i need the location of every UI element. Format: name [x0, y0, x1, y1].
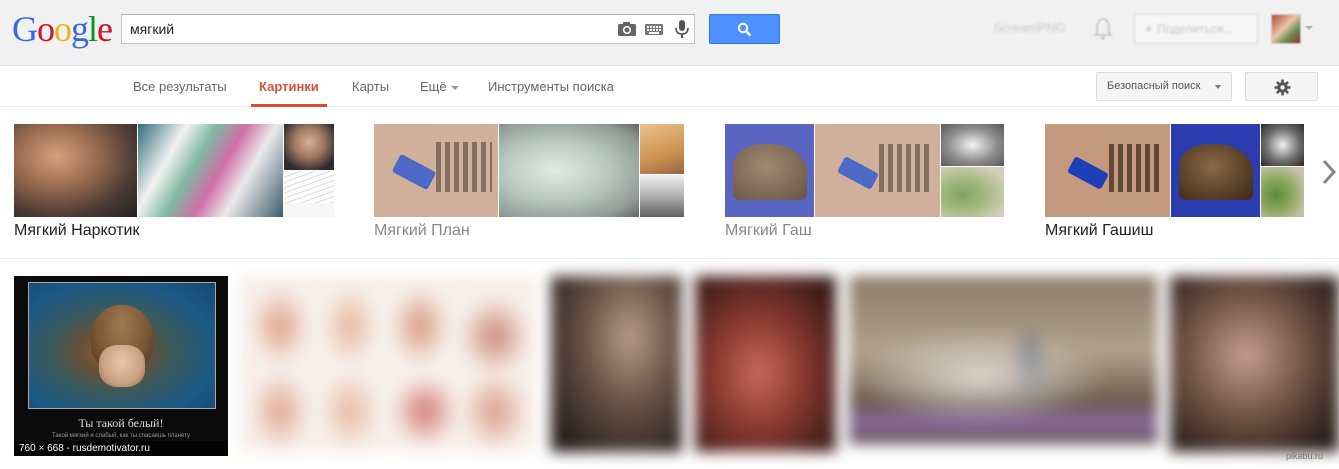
- thumbnail-image: [374, 124, 498, 217]
- related-search-card[interactable]: Мягкий Гаш: [725, 124, 1005, 244]
- result-photo: [28, 282, 216, 409]
- thumbnail-image: [499, 124, 639, 217]
- caret-down-icon: [450, 85, 459, 90]
- result-image[interactable]: [240, 276, 536, 452]
- tab-all-results[interactable]: Все результаты: [133, 67, 227, 107]
- user-name[interactable]: ScreamPNG: [993, 20, 1066, 35]
- thumbnail-image: [1171, 124, 1260, 217]
- related-thumbnails: [14, 124, 334, 217]
- related-search-card[interactable]: Мягкий Гашиш: [1045, 124, 1335, 244]
- related-search-label: Мягкий Гаш: [725, 222, 812, 239]
- related-search-label: Мягкий Гашиш: [1045, 222, 1154, 239]
- chevron-down-icon[interactable]: [1305, 26, 1313, 30]
- gear-icon: [1274, 79, 1291, 96]
- thumbnail-image: [815, 124, 940, 217]
- related-thumbnails: [725, 124, 1004, 217]
- result-image[interactable]: [695, 276, 836, 452]
- image-size-label: 760 × 668 - rusdemotivator.ru: [14, 441, 228, 456]
- safe-search-dropdown[interactable]: Безопасный поиск: [1096, 72, 1232, 101]
- search-box: [121, 14, 695, 44]
- thumbnail-image: [1045, 124, 1170, 217]
- search-button[interactable]: [709, 14, 780, 44]
- tab-search-tools[interactable]: Инструменты поиска: [488, 67, 614, 107]
- top-bar: Google ScreamPNG: [0, 0, 1339, 66]
- thumbnail-image: [725, 124, 814, 217]
- watermark: pikabu.ru: [1286, 451, 1324, 461]
- related-search-label: Мягкий Наркотик: [14, 222, 140, 239]
- search-input[interactable]: [130, 20, 600, 38]
- camera-icon[interactable]: [617, 20, 637, 38]
- thumbnail-image: [138, 124, 283, 217]
- notification-bell-icon[interactable]: [1093, 17, 1113, 41]
- thumbnail-image: [941, 167, 1004, 217]
- avatar[interactable]: [1271, 14, 1301, 44]
- plus-icon: +: [1145, 22, 1153, 36]
- thumbnail-image: [640, 124, 684, 174]
- related-search-label: Мягкий План: [374, 222, 470, 239]
- keyboard-icon[interactable]: [644, 20, 664, 38]
- share-button[interactable]: + Поделиться...: [1134, 14, 1258, 44]
- search-icon: [737, 22, 752, 37]
- thumbnail-image: [14, 124, 137, 217]
- thumbnail-image: [640, 175, 684, 217]
- demotivator-title: Ты такой белый!: [78, 416, 164, 430]
- thumbnail-image: [1261, 124, 1304, 166]
- microphone-icon[interactable]: [672, 20, 692, 38]
- tab-maps[interactable]: Карты: [352, 67, 389, 107]
- related-thumbnails: [1045, 124, 1304, 217]
- search-tabs-bar: Все результаты Картинки Карты Ещё Инстру…: [0, 67, 1339, 107]
- related-search-card[interactable]: Мягкий Наркотик: [14, 124, 334, 244]
- divider: [0, 258, 1339, 259]
- result-image[interactable]: [551, 276, 682, 452]
- thumbnail-image: [1261, 167, 1304, 217]
- caret-down-icon: [1215, 85, 1221, 89]
- result-image-demotivator[interactable]: Ты такой белый! Такой мягкий и слабый, к…: [14, 276, 228, 456]
- result-image[interactable]: [1170, 276, 1339, 452]
- google-logo[interactable]: Google: [12, 9, 113, 49]
- demotivator-subtitle: Такой мягкий и слабый, как ты спасаешь п…: [52, 433, 190, 439]
- thumbnail-image: [284, 124, 334, 170]
- thumbnail-image: [284, 171, 334, 217]
- settings-button[interactable]: [1245, 72, 1318, 101]
- tab-images[interactable]: Картинки: [251, 67, 327, 107]
- related-search-card[interactable]: Мягкий План: [374, 124, 686, 244]
- thumbnail-image: [941, 124, 1004, 166]
- chevron-right-icon[interactable]: [1321, 158, 1337, 186]
- tab-more[interactable]: Ещё: [420, 67, 459, 107]
- result-image[interactable]: [849, 276, 1158, 444]
- related-thumbnails: [374, 124, 684, 217]
